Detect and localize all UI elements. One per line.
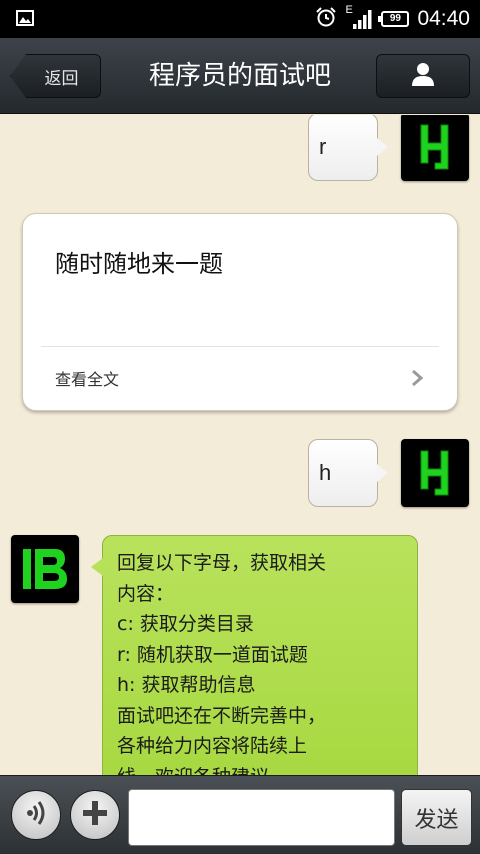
reply-line: 内容： — [117, 582, 175, 605]
reply-line: 线，欢迎各种建议 — [117, 762, 403, 776]
status-time: 04:40 — [417, 7, 470, 30]
reply-line: 回复以下字母，获取相关 — [117, 552, 327, 574]
title-bar: 返回 程序员的面试吧 — [0, 38, 480, 114]
service-avatar[interactable] — [11, 535, 79, 603]
read-full-link[interactable]: 查看全文 — [55, 366, 119, 390]
signal-icon: E — [345, 4, 373, 31]
my-message-bubble[interactable]: r — [308, 115, 388, 181]
service-reply-bubble[interactable]: 回复以下字母，获取相关 内容： c: 获取分类目录 r: 随机获取一道面试题 h… — [91, 535, 418, 776]
input-bar: 发送 — [0, 775, 480, 854]
my-message-bubble[interactable]: h — [308, 439, 388, 507]
reply-line: 面试吧还在不断完善中， — [117, 704, 327, 727]
profile-button[interactable] — [376, 54, 470, 98]
article-card[interactable]: 随时随地来一题 查看全文 — [22, 213, 458, 411]
reply-line: r: 随机获取一道面试题 — [117, 643, 308, 666]
voice-button[interactable] — [11, 790, 61, 840]
send-button[interactable]: 发送 — [401, 789, 472, 846]
page-title: 程序员的面试吧 — [148, 61, 331, 91]
card-title: 随时随地来一题 — [55, 250, 223, 278]
add-button[interactable] — [70, 790, 120, 840]
back-button[interactable]: 返回 — [10, 54, 101, 98]
message-input[interactable] — [128, 789, 395, 846]
chat-area[interactable]: r 随时随地来一题 查看全文 h 回复以下字母，获取相关 内容： c: 获取分类… — [0, 115, 480, 775]
reply-line: c: 获取分类目录 — [117, 613, 254, 635]
alarm-clock-icon — [315, 6, 337, 32]
chevron-right-icon — [411, 369, 424, 391]
plus-icon — [80, 798, 110, 832]
my-avatar[interactable] — [401, 115, 469, 181]
status-bar: E 99 04:40 — [0, 0, 480, 38]
battery-icon: 99 — [378, 11, 410, 27]
voice-icon — [21, 798, 51, 832]
reply-line: h: 获取帮助信息 — [117, 674, 256, 696]
reply-line: 各种给力内容将陆续上 — [117, 735, 308, 757]
card-divider — [41, 346, 439, 347]
my-avatar[interactable] — [401, 439, 469, 507]
person-icon — [409, 60, 437, 92]
image-notification-icon — [16, 9, 34, 31]
